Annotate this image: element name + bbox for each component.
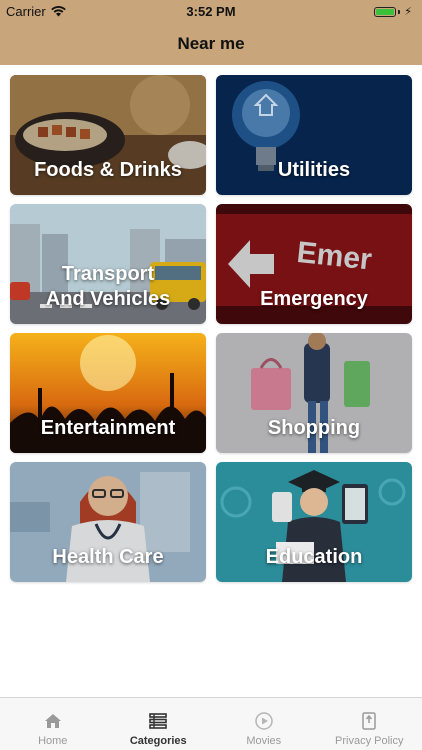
- document-icon: [362, 712, 376, 730]
- category-tile-shopping[interactable]: Shopping: [216, 333, 412, 453]
- category-tile-transport-vehicles[interactable]: Transport And Vehicles: [10, 204, 206, 324]
- category-tile-entertainment[interactable]: Entertainment: [10, 333, 206, 453]
- header-bar: Carrier 3:52 PM ⚡ Near me: [0, 0, 422, 65]
- category-grid: Foods & Drinks Utilities Transport And V…: [10, 75, 412, 582]
- battery-icon: [374, 6, 397, 17]
- battery-fill: [376, 8, 395, 15]
- category-label: Transport And Vehicles: [45, 263, 171, 310]
- tab-label: Home: [38, 735, 68, 747]
- category-label: Emergency: [260, 288, 368, 310]
- category-tile-utilities[interactable]: Utilities: [216, 75, 412, 195]
- status-bar: Carrier 3:52 PM ⚡: [0, 0, 422, 22]
- category-label: Utilities: [277, 159, 351, 181]
- battery-indicator: ⚡: [374, 5, 412, 18]
- charging-bolt-icon: ⚡: [404, 6, 412, 18]
- play-icon: [255, 712, 273, 730]
- list-icon: [149, 713, 168, 729]
- category-label: Foods & Drinks: [34, 159, 182, 181]
- tab-privacy-policy[interactable]: Privacy Policy: [317, 698, 422, 750]
- tab-categories[interactable]: Categories: [106, 698, 212, 750]
- tab-label: Privacy Policy: [335, 735, 404, 747]
- tab-label: Categories: [129, 735, 187, 747]
- page-title: Near me: [177, 34, 245, 53]
- tab-bar: Home Categories Movies Privacy Policy: [0, 697, 422, 750]
- category-label: Education: [265, 546, 363, 568]
- category-tile-foods-drinks[interactable]: Foods & Drinks: [10, 75, 206, 195]
- status-time: 3:52 PM: [186, 4, 236, 19]
- home-icon: [44, 714, 61, 728]
- tab-home[interactable]: Home: [0, 698, 106, 750]
- tab-label: Movies: [246, 735, 282, 747]
- category-label: Health Care: [52, 546, 164, 568]
- tab-movies[interactable]: Movies: [211, 698, 317, 750]
- category-label: Entertainment: [40, 417, 176, 439]
- category-tile-education[interactable]: Education: [216, 462, 412, 582]
- category-tile-health-care[interactable]: Health Care: [10, 462, 206, 582]
- category-label: Shopping: [267, 417, 361, 439]
- category-tile-emergency[interactable]: Emer Emergency: [216, 204, 412, 324]
